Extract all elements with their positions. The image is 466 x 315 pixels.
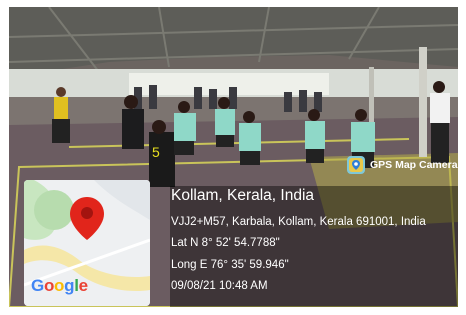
location-title: Kollam, Kerala, India: [171, 187, 315, 204]
google-logo: Google: [31, 276, 88, 295]
gps-map-camera-badge: GPS Map Camera: [347, 155, 458, 175]
svg-text:5: 5: [152, 144, 160, 160]
longitude-line: Long E 76° 35' 59.946": [171, 259, 289, 271]
badge-label: GPS Map Camera: [370, 159, 458, 171]
latitude-line: Lat N 8° 52' 54.7788": [171, 237, 280, 249]
camera-pin-icon: [347, 156, 365, 174]
datetime-line: 09/08/21 10:48 AM: [171, 280, 268, 292]
address-line: VJJ2+M57, Karbala, Kollam, Kerala 691001…: [171, 216, 426, 228]
